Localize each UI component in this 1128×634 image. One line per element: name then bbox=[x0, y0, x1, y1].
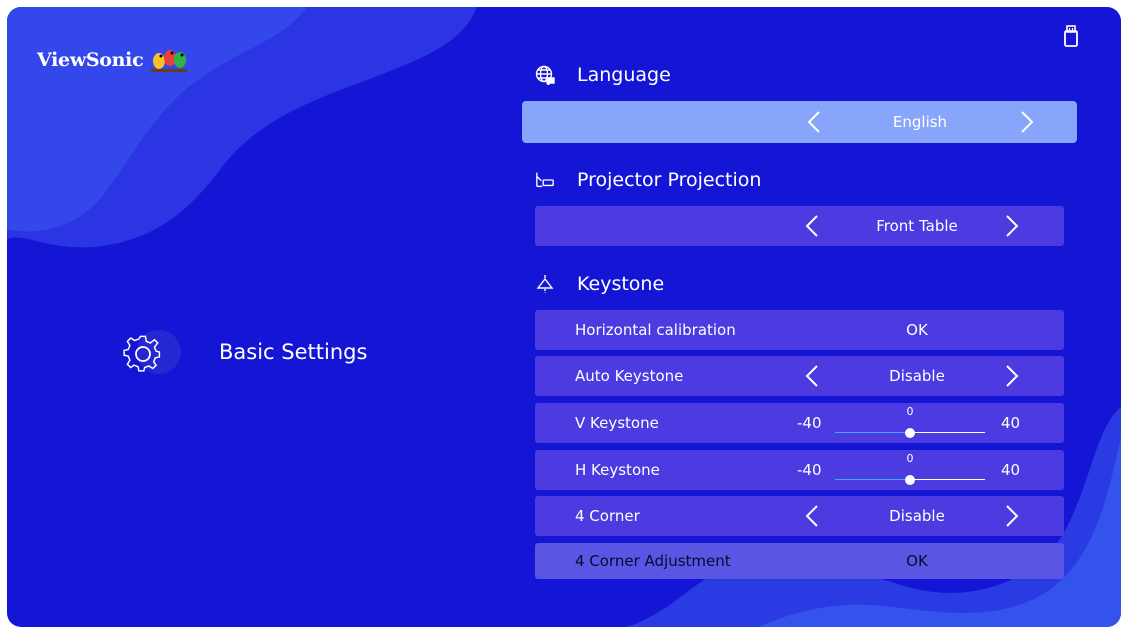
sidebar-item-basic-settings[interactable]: Basic Settings bbox=[115, 327, 367, 377]
language-section-header: Language bbox=[535, 64, 671, 86]
keystone-title: Keystone bbox=[577, 273, 665, 295]
chevron-left-icon[interactable] bbox=[805, 505, 819, 527]
h-keystone-row[interactable]: H Keystone -40 0 40 bbox=[535, 450, 1064, 490]
v-keystone-row[interactable]: V Keystone -40 0 40 bbox=[535, 403, 1064, 443]
language-value: English bbox=[892, 113, 948, 131]
projector-icon bbox=[535, 170, 555, 190]
four-corner-label: 4 Corner bbox=[575, 507, 640, 525]
projection-title: Projector Projection bbox=[577, 169, 762, 191]
gear-icon bbox=[123, 330, 181, 374]
four-corner-value: Disable bbox=[889, 507, 945, 525]
h-keystone-slider-knob[interactable] bbox=[905, 475, 915, 485]
sidebar-label: Basic Settings bbox=[219, 340, 368, 364]
v-keystone-label: V Keystone bbox=[575, 414, 659, 432]
projection-section-header: Projector Projection bbox=[535, 169, 761, 191]
language-title: Language bbox=[577, 64, 671, 86]
usb-icon[interactable] bbox=[1063, 25, 1079, 47]
chevron-right-icon[interactable] bbox=[1005, 365, 1019, 387]
v-keystone-slider-fill bbox=[835, 432, 910, 433]
language-selector[interactable]: English bbox=[522, 101, 1077, 143]
chevron-right-icon[interactable] bbox=[1005, 215, 1019, 237]
chevron-left-icon[interactable] bbox=[807, 111, 821, 133]
chevron-left-icon[interactable] bbox=[805, 365, 819, 387]
horizontal-calibration-row[interactable]: Horizontal calibration OK bbox=[535, 310, 1064, 350]
globe-icon bbox=[535, 65, 555, 85]
birds-logo-icon bbox=[151, 50, 188, 72]
v-keystone-value: 0 bbox=[906, 405, 914, 418]
keystone-icon bbox=[535, 274, 555, 294]
h-keystone-min: -40 bbox=[797, 461, 822, 479]
four-corner-row[interactable]: 4 Corner Disable bbox=[535, 496, 1064, 536]
chevron-right-icon[interactable] bbox=[1020, 111, 1034, 133]
horizontal-calibration-ok[interactable]: OK bbox=[857, 310, 977, 350]
v-keystone-slider-knob[interactable] bbox=[905, 428, 915, 438]
chevron-right-icon[interactable] bbox=[1005, 505, 1019, 527]
four-corner-adjustment-ok[interactable]: OK bbox=[857, 543, 977, 579]
auto-keystone-label: Auto Keystone bbox=[575, 367, 684, 385]
horizontal-calibration-label: Horizontal calibration bbox=[575, 321, 736, 339]
keystone-section-header: Keystone bbox=[535, 273, 664, 295]
brand-logo: ViewSonic bbox=[37, 47, 189, 73]
h-keystone-label: H Keystone bbox=[575, 461, 660, 479]
auto-keystone-value: Disable bbox=[889, 367, 945, 385]
brand-name: ViewSonic bbox=[37, 49, 144, 71]
four-corner-adjustment-row[interactable]: 4 Corner Adjustment OK bbox=[535, 543, 1064, 579]
auto-keystone-row[interactable]: Auto Keystone Disable bbox=[535, 356, 1064, 396]
projection-selector[interactable]: Front Table bbox=[535, 206, 1064, 246]
four-corner-adjustment-label: 4 Corner Adjustment bbox=[575, 552, 731, 570]
v-keystone-max: 40 bbox=[1001, 414, 1021, 432]
projection-value: Front Table bbox=[876, 217, 958, 235]
chevron-left-icon[interactable] bbox=[805, 215, 819, 237]
h-keystone-value: 0 bbox=[906, 452, 914, 465]
h-keystone-max: 40 bbox=[1001, 461, 1021, 479]
h-keystone-slider-fill bbox=[835, 479, 910, 480]
settings-screen: ViewSonic Basic Settings Language Englis… bbox=[7, 7, 1121, 627]
v-keystone-min: -40 bbox=[797, 414, 822, 432]
